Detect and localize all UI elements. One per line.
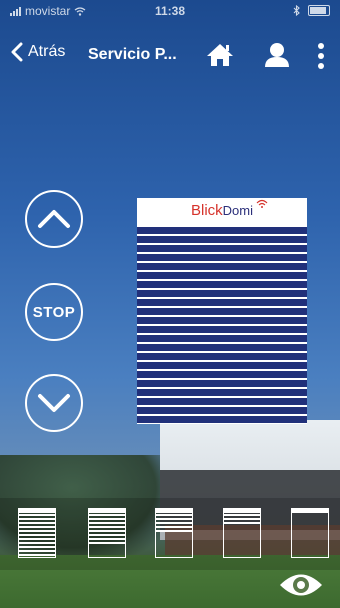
blind-slat (137, 299, 307, 306)
blind-slat (137, 380, 307, 387)
preset-slat (156, 518, 192, 520)
chevron-left-icon (11, 42, 23, 62)
battery-icon (308, 5, 330, 16)
blind-slat (137, 245, 307, 252)
preset-slat (19, 538, 55, 540)
wifi-icon (256, 199, 268, 208)
blind-slat (137, 227, 307, 234)
preset-closed[interactable] (18, 508, 56, 558)
preset-slat (19, 526, 55, 528)
blind-slat (137, 317, 307, 324)
preset-top-bar (224, 509, 260, 513)
blind-slat (137, 353, 307, 360)
preset-slat (19, 550, 55, 552)
preset-top-bar (292, 509, 328, 513)
more-vertical-icon (318, 43, 324, 69)
chevron-down-icon (38, 394, 70, 412)
preset-slat (156, 526, 192, 528)
preset-mostly-open[interactable] (223, 508, 261, 558)
stop-button[interactable]: STOP (25, 283, 83, 341)
preset-slat (19, 530, 55, 532)
preset-slat (224, 514, 260, 516)
raise-button[interactable] (25, 190, 83, 248)
blind-slat (137, 389, 307, 396)
blind-slat (137, 398, 307, 405)
status-right (293, 5, 330, 16)
blind-slat (137, 254, 307, 261)
blind-slat (137, 308, 307, 315)
brand-part1: Blick (190, 202, 223, 219)
preset-slat (89, 514, 125, 516)
blind-slat (137, 263, 307, 270)
blind-slat (137, 407, 307, 414)
preset-slat (19, 534, 55, 536)
user-icon (265, 43, 289, 67)
blind-slat (137, 236, 307, 243)
status-bar: movistar 11:38 (0, 0, 340, 22)
page-title: Servicio P... (88, 46, 177, 63)
status-time: 11:38 (154, 4, 186, 18)
preset-slat (89, 530, 125, 532)
preset-open[interactable] (291, 508, 329, 558)
blind-slat (137, 272, 307, 279)
preset-slat (89, 518, 125, 520)
blind-slat (137, 335, 307, 342)
preset-slat (89, 542, 125, 544)
preset-mostly-closed[interactable] (88, 508, 126, 558)
brand-logo: BlickDomi (137, 202, 307, 219)
preset-slat (19, 542, 55, 544)
blind-slat (137, 344, 307, 351)
preset-slat (89, 522, 125, 524)
preset-top-bar (19, 509, 55, 513)
preset-half-open[interactable] (155, 508, 193, 558)
home-button[interactable] (206, 43, 234, 72)
blind-slat (137, 281, 307, 288)
blind-slats (137, 225, 307, 424)
preset-slat (89, 534, 125, 536)
preset-slat (156, 514, 192, 516)
preset-slat (156, 522, 192, 524)
lower-button[interactable] (25, 374, 83, 432)
preset-slat (224, 522, 260, 524)
preset-slat (224, 518, 260, 520)
home-icon (207, 44, 233, 66)
back-label: Atrás (28, 43, 66, 60)
preset-slat (19, 554, 55, 556)
preset-slat (19, 518, 55, 520)
presets-bar (0, 498, 340, 570)
blind-slat (137, 362, 307, 369)
preset-slat (19, 522, 55, 524)
preset-slat (19, 514, 55, 516)
blind-slat (137, 290, 307, 297)
back-button[interactable]: Atrás (10, 42, 65, 62)
chevron-up-icon (38, 210, 70, 228)
blind-slat (137, 371, 307, 378)
more-button[interactable] (316, 42, 326, 75)
view-button[interactable] (278, 570, 324, 605)
preset-slat (89, 526, 125, 528)
preset-slat (19, 546, 55, 548)
preset-top-bar (156, 509, 192, 513)
preset-slat (89, 538, 125, 540)
user-button[interactable] (263, 42, 291, 73)
blind-preview: BlickDomi (137, 198, 307, 424)
brand-part2: Domi (222, 203, 253, 218)
blind-slat (137, 416, 307, 423)
eye-icon (280, 574, 322, 596)
preset-slat (156, 530, 192, 532)
blind-slat (137, 326, 307, 333)
stop-label: STOP (32, 303, 76, 321)
bluetooth-icon (293, 5, 300, 16)
top-bar: Atrás Servicio P... (0, 38, 340, 74)
preset-top-bar (89, 509, 125, 513)
